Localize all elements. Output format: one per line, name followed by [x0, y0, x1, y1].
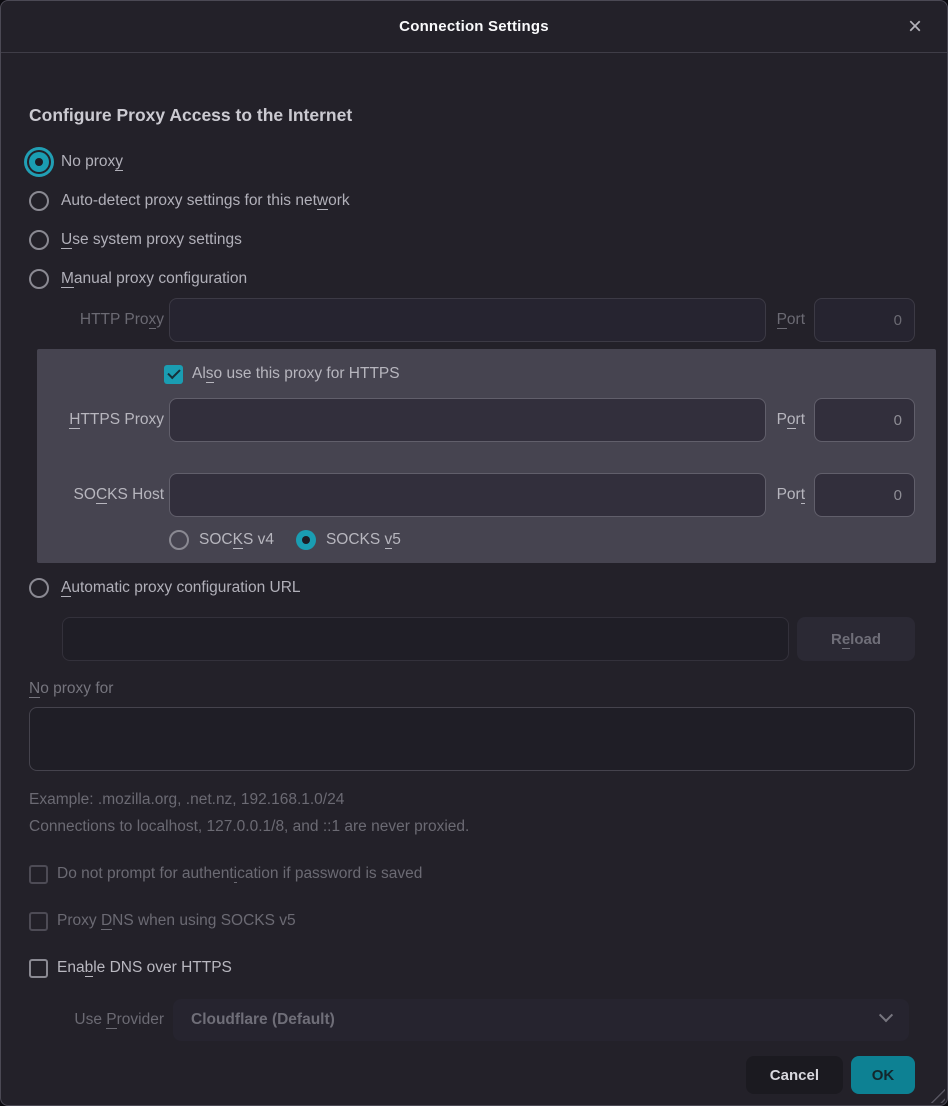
option-row-proxy-dns-socks5[interactable]: Proxy DNS when using SOCKS v5: [29, 909, 915, 933]
ok-button[interactable]: OK: [851, 1056, 915, 1094]
radio-label-system-proxy: Use system proxy settings: [61, 231, 242, 249]
http-port-input[interactable]: [814, 298, 915, 342]
radio-button-manual-proxy[interactable]: [29, 269, 49, 289]
https-port-input[interactable]: [814, 398, 915, 442]
socks-host-row: SOCKS Host Port: [37, 473, 915, 517]
radio-label-auto-config-url: Automatic proxy configuration URL: [61, 579, 301, 597]
also-https-row[interactable]: Also use this proxy for HTTPS: [164, 359, 915, 389]
dns-provider-select[interactable]: Cloudflare (Default): [173, 999, 909, 1041]
radio-label-auto-detect: Auto-detect proxy settings for this netw…: [61, 192, 350, 210]
close-button[interactable]: ×: [899, 11, 931, 43]
dns-provider-row: Use Provider Cloudflare (Default): [29, 999, 915, 1041]
socks-version-row: SOCKS v4 SOCKS v5: [169, 525, 915, 555]
https-port-label: Port: [777, 411, 805, 429]
dialog-title: Connection Settings: [399, 18, 549, 35]
radio-row-manual-proxy[interactable]: Manual proxy configuration: [29, 259, 915, 298]
also-https-checkbox[interactable]: [164, 365, 183, 384]
http-port-label: Port: [777, 311, 805, 329]
page-title: Configure Proxy Access to the Internet: [29, 105, 915, 126]
option-row-dns-over-https[interactable]: Enable DNS over HTTPS: [29, 956, 915, 980]
http-proxy-row: HTTP Proxy Port: [29, 298, 915, 342]
radio-button-socks-v4[interactable]: [169, 530, 189, 550]
cancel-button[interactable]: Cancel: [746, 1056, 843, 1094]
https-proxy-label: HTTPS Proxy: [37, 411, 164, 429]
dns-over-https-label: Enable DNS over HTTPS: [57, 959, 232, 977]
dns-over-https-checkbox[interactable]: [29, 959, 48, 978]
also-https-label: Also use this proxy for HTTPS: [192, 365, 400, 383]
socks-port-input[interactable]: [814, 473, 915, 517]
radio-row-no-proxy[interactable]: No proxy: [29, 142, 915, 181]
radio-label-no-proxy: No proxy: [61, 153, 123, 171]
no-proxy-example-text: Example: .mozilla.org, .net.nz, 192.168.…: [29, 791, 915, 809]
radio-row-auto-config-url[interactable]: Automatic proxy configuration URL: [29, 568, 915, 607]
reload-button[interactable]: Reload: [797, 617, 915, 661]
https-proxy-row: HTTPS Proxy Port: [37, 398, 915, 442]
chevron-down-icon: [879, 1008, 893, 1022]
auto-config-url-row: Reload: [62, 617, 915, 661]
use-provider-label: Use Provider: [29, 1011, 164, 1029]
radio-button-socks-v5[interactable]: [296, 530, 316, 550]
radio-button-no-proxy[interactable]: [29, 152, 49, 172]
no-auth-prompt-label: Do not prompt for authentication if pass…: [57, 865, 422, 883]
reload-button-label: Reload: [831, 631, 881, 648]
https-proxy-input[interactable]: [169, 398, 766, 442]
dialog-button-row: Cancel OK: [29, 1056, 915, 1094]
dns-provider-value: Cloudflare (Default): [191, 1011, 335, 1029]
close-icon: ×: [908, 15, 922, 39]
socks-port-label: Port: [777, 486, 805, 504]
http-proxy-label: HTTP Proxy: [29, 311, 164, 329]
proxy-dns-socks5-checkbox[interactable]: [29, 912, 48, 931]
dialog-titlebar: Connection Settings ×: [1, 1, 947, 53]
radio-row-auto-detect[interactable]: Auto-detect proxy settings for this netw…: [29, 181, 915, 220]
spacer: [37, 442, 915, 473]
no-proxy-for-label: No proxy for: [29, 680, 915, 698]
radio-label-manual-proxy: Manual proxy configuration: [61, 270, 247, 288]
no-proxy-for-textarea[interactable]: [29, 707, 915, 771]
radio-button-system-proxy[interactable]: [29, 230, 49, 250]
radio-button-auto-config-url[interactable]: [29, 578, 49, 598]
proxy-dns-socks5-label: Proxy DNS when using SOCKS v5: [57, 912, 296, 930]
socks-host-label: SOCKS Host: [37, 486, 164, 504]
radio-row-system-proxy[interactable]: Use system proxy settings: [29, 220, 915, 259]
http-proxy-input[interactable]: [169, 298, 766, 342]
no-proxy-note-text: Connections to localhost, 127.0.0.1/8, a…: [29, 818, 915, 836]
auto-config-url-input[interactable]: [62, 617, 789, 661]
socks-host-input[interactable]: [169, 473, 766, 517]
no-auth-prompt-checkbox[interactable]: [29, 865, 48, 884]
https-socks-highlight-panel: Also use this proxy for HTTPS HTTPS Prox…: [37, 349, 936, 563]
connection-settings-dialog: Connection Settings × Configure Proxy Ac…: [0, 0, 948, 1106]
radio-label-socks-v5: SOCKS v5: [326, 531, 401, 549]
dialog-content: Configure Proxy Access to the Internet N…: [1, 105, 947, 1094]
option-row-no-auth-prompt[interactable]: Do not prompt for authentication if pass…: [29, 862, 915, 886]
radio-label-socks-v4: SOCKS v4: [199, 531, 274, 549]
radio-button-auto-detect[interactable]: [29, 191, 49, 211]
